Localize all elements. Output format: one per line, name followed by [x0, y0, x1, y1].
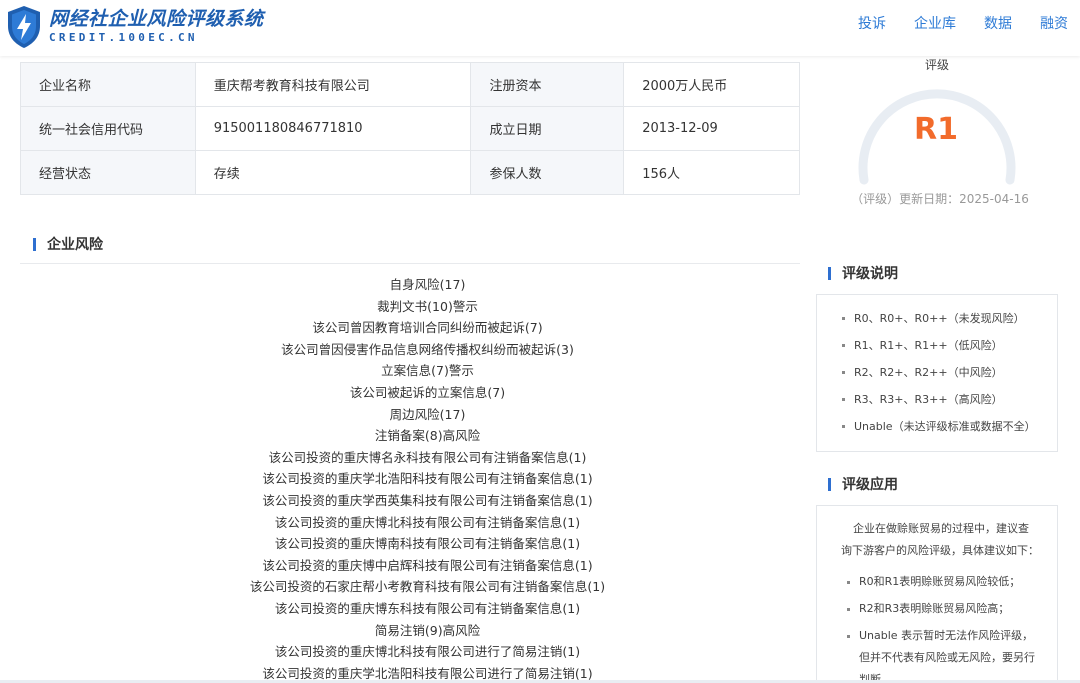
application-list: R0和R1表明赊账贸易风险较低； R2和R3表明赊账贸易风险高； Unable … [817, 566, 1057, 683]
credit-code-label: 统一社会信用代码 [20, 106, 196, 151]
nav-company-library[interactable]: 企业库 [914, 14, 956, 34]
logo-title: 网经社企业风险评级系统 [49, 8, 264, 30]
risk-section-title: 企业风险 [33, 236, 103, 254]
company-info-table: 企业名称 重庆帮考教育科技有限公司 注册资本 2000万人民币 统一社会信用代码… [20, 62, 800, 195]
list-item: R0、R0+、R0++（未发现风险） [817, 305, 1057, 332]
risk-item: 该公司曾因侵害作品信息网络传播权纠纷而被起诉(3) [281, 341, 574, 357]
credit-code-value: 915001180846771810 [194, 106, 472, 151]
main-nav: 投诉 企业库 数据 融资 [858, 14, 1068, 34]
table-row: 经营状态 存续 参保人数 156人 [20, 150, 800, 195]
list-item: R3、R3+、R3++（高风险） [817, 386, 1057, 413]
nav-financing[interactable]: 融资 [1040, 14, 1068, 34]
risk-item: 该公司投资的重庆学北浩阳科技有限公司有注销备案信息(1) [262, 471, 593, 487]
risk-item: 该公司投资的重庆博名永科技有限公司有注销备案信息(1) [268, 449, 587, 465]
risk-item: 该公司投资的重庆博北科技有限公司进行了简易注销(1) [274, 644, 581, 660]
risk-item: 该公司曾因教育培训合同纠纷而被起诉(7) [312, 320, 543, 336]
founded-date-value: 2013-12-09 [623, 106, 800, 151]
site-logo[interactable]: 网经社企业风险评级系统 CREDIT.100EC.CN [5, 4, 264, 50]
logo-subtitle: CREDIT.100EC.CN [49, 31, 198, 44]
table-row: 统一社会信用代码 915001180846771810 成立日期 2013-12… [20, 106, 800, 151]
legend-panel: R0、R0+、R0++（未发现风险） R1、R1+、R1++（低风险） R2、R… [816, 294, 1058, 452]
registered-capital-label: 注册资本 [470, 62, 625, 107]
risk-item: 该公司投资的重庆学西英集科技有限公司有注销备案信息(1) [262, 492, 593, 508]
insured-count-label: 参保人数 [470, 150, 625, 195]
risk-item: 该公司被起诉的立案信息(7) [349, 384, 506, 400]
list-item: R2、R2+、R2++（中风险） [817, 359, 1057, 386]
rating-grade: R1 [914, 112, 958, 147]
risk-item: 周边风险(17) [389, 406, 466, 422]
status-label: 经营状态 [20, 150, 196, 195]
risk-item: 注销备案(8)高风险 [374, 428, 481, 444]
divider [20, 263, 800, 264]
top-header: 网经社企业风险评级系统 CREDIT.100EC.CN 投诉 企业库 数据 融资 [0, 0, 1080, 56]
rating-label: 评级 [922, 56, 952, 73]
registered-capital-value: 2000万人民币 [623, 62, 800, 107]
shield-bolt-icon [8, 6, 40, 48]
risk-item: 该公司投资的重庆博东科技有限公司有注销备案信息(1) [274, 600, 581, 616]
risk-item: 自身风险(17) [389, 277, 466, 292]
founded-date-label: 成立日期 [470, 106, 625, 151]
risk-list: 自身风险(17) 裁判文书(10)警示该公司曾因教育培训合同纠纷而被起诉(7) 该公… [20, 274, 835, 683]
risk-item: 裁判文书(10)警示 [377, 298, 478, 314]
nav-data[interactable]: 数据 [984, 14, 1012, 34]
company-name-label: 企业名称 [20, 62, 196, 107]
risk-item: 该公司投资的重庆博南科技有限公司有注销备案信息(1) [274, 536, 581, 552]
list-item: R2和R3表明赊账贸易风险高； [817, 593, 1057, 620]
risk-item: 该公司投资的重庆博中启辉科技有限公司有注销备案信息(1) [262, 557, 593, 573]
table-row: 企业名称 重庆帮考教育科技有限公司 注册资本 2000万人民币 [20, 62, 800, 107]
list-item: R1、R1+、R1++（低风险） [817, 332, 1057, 359]
application-title: 评级应用 [828, 476, 898, 494]
risk-item: 该公司投资的重庆博北科技有限公司有注销备案信息(1) [274, 514, 581, 530]
risk-item: 立案信息(7)警示 [381, 363, 474, 379]
risk-item: 简易注销(9)高风险 [374, 622, 481, 638]
company-name-value: 重庆帮考教育科技有限公司 [194, 62, 472, 107]
status-value: 存续 [194, 150, 472, 195]
legend-list: R0、R0+、R0++（未发现风险） R1、R1+、R1++（低风险） R2、R… [817, 305, 1057, 440]
list-item: Unable（未达评级标准或数据不全） [817, 413, 1057, 440]
legend-title: 评级说明 [828, 265, 898, 283]
application-panel: 企业在做赊账贸易的过程中，建议查询下游客户的风险评级，具体建议如下： R0和R1… [816, 505, 1058, 683]
application-intro: 企业在做赊账贸易的过程中，建议查询下游客户的风险评级，具体建议如下： [841, 522, 1039, 557]
risk-item: 该公司投资的石家庄帮小考教育科技有限公司有注销备案信息(1) [249, 579, 606, 595]
list-item: R0和R1表明赊账贸易风险较低； [817, 566, 1057, 593]
list-item: Unable 表示暂时无法作风险评级，但并不代表有风险或无风险，要另行判断。 [817, 620, 1057, 683]
rating-update-date: （评级）更新日期：2025-04-16 [851, 192, 1029, 206]
nav-complaints[interactable]: 投诉 [858, 14, 886, 34]
insured-count-value: 156人 [623, 150, 800, 195]
